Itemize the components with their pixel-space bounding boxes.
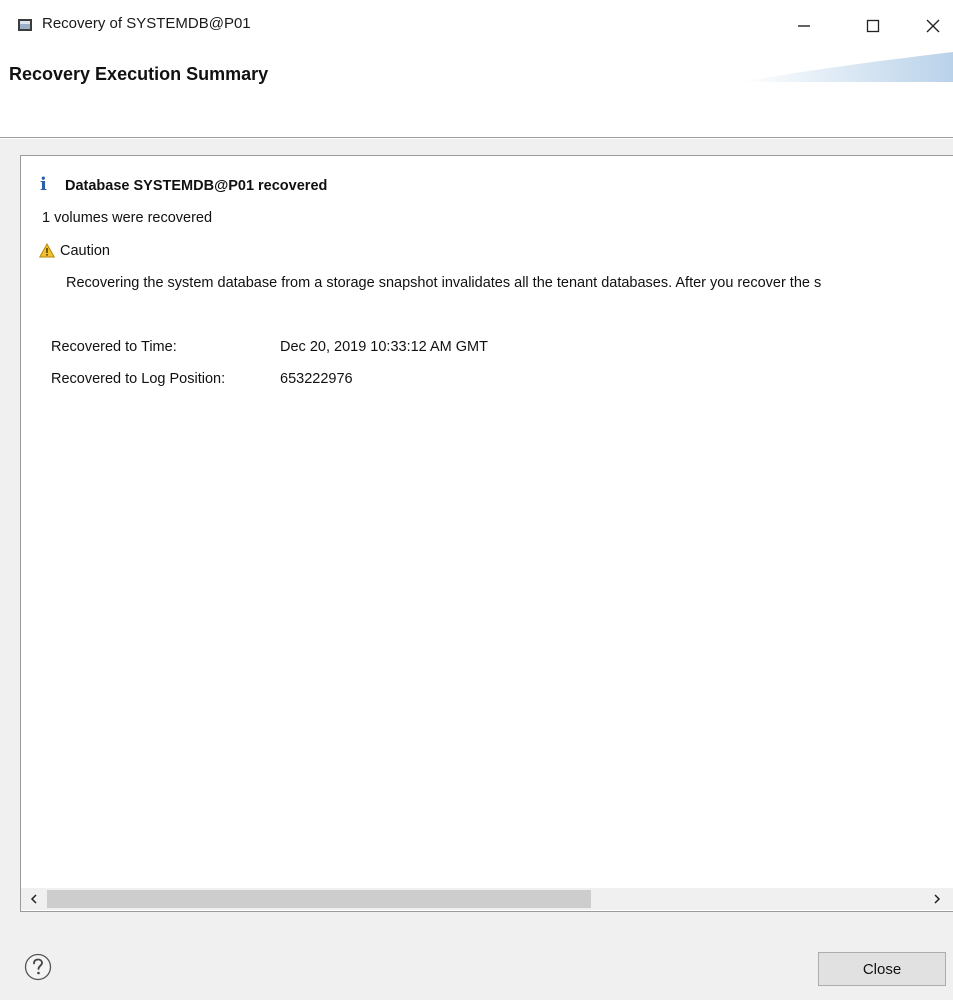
help-icon — [24, 953, 52, 981]
chevron-left-icon — [30, 894, 37, 904]
volumes-text: 1 volumes were recovered — [42, 210, 213, 226]
recovered-time-value: Dec 20, 2019 10:33:12 AM GMT — [280, 339, 488, 355]
help-button[interactable] — [23, 952, 53, 982]
app-icon — [17, 17, 33, 33]
log-position-value: 653222976 — [280, 371, 353, 387]
caution-message: Recovering the system database from a st… — [66, 275, 822, 291]
close-button[interactable]: Close — [818, 952, 946, 986]
summary-panel: i Database SYSTEMDB@P01 recovered 1 volu… — [20, 155, 953, 912]
caution-label: Caution — [60, 243, 110, 259]
warning-icon — [39, 243, 55, 258]
scrollbar-thumb[interactable] — [47, 890, 591, 908]
window-title: Recovery of SYSTEMDB@P01 — [42, 15, 251, 32]
recovered-time-label: Recovered to Time: — [51, 339, 177, 355]
scroll-left-button[interactable] — [23, 888, 45, 910]
info-icon: i — [40, 174, 47, 195]
maximize-button[interactable] — [850, 0, 896, 52]
title-bar: Recovery of SYSTEMDB@P01 — [0, 0, 953, 52]
banner-decoration — [740, 52, 953, 82]
close-window-button[interactable] — [910, 0, 953, 52]
log-position-label: Recovered to Log Position: — [51, 371, 226, 387]
scroll-right-button[interactable] — [926, 888, 948, 910]
banner-title: Recovery Execution Summary — [9, 64, 269, 84]
chevron-right-icon — [934, 894, 941, 904]
horizontal-scrollbar[interactable] — [21, 888, 953, 910]
wizard-banner: Recovery Execution Summary — [0, 52, 953, 138]
summary-content: i Database SYSTEMDB@P01 recovered 1 volu… — [21, 156, 953, 886]
maximize-icon — [866, 19, 880, 33]
recovery-heading: Database SYSTEMDB@P01 recovered — [65, 178, 328, 194]
close-icon — [926, 19, 940, 33]
minimize-button[interactable] — [781, 0, 827, 52]
minimize-icon — [798, 25, 810, 27]
